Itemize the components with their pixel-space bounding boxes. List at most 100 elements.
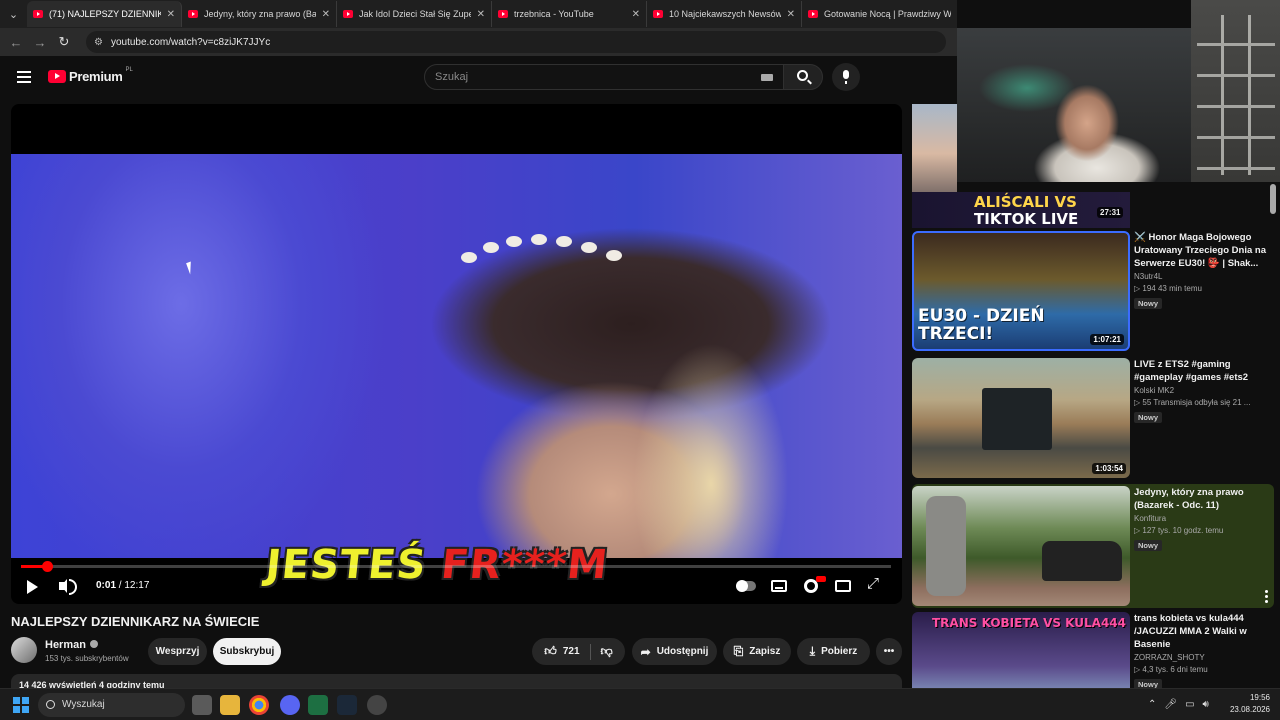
video-duration: 27:31 bbox=[1097, 207, 1124, 218]
share-icon: ➦ bbox=[640, 644, 651, 659]
autoplay-toggle[interactable] bbox=[736, 580, 756, 592]
car-shape bbox=[1042, 541, 1122, 581]
description-box[interactable]: 14 426 wyświetleń 4 godziny temu bbox=[11, 674, 902, 688]
thumbs-up-icon: 👍︎ bbox=[544, 644, 557, 658]
youtube-logo[interactable]: Premium PL bbox=[48, 67, 133, 84]
recommendation-item[interactable]: 1:03:54 LIVE z ETS2 #gaming #gameplay #g… bbox=[912, 358, 1274, 478]
clock[interactable]: 19:56 23.08.2026 bbox=[1230, 692, 1270, 716]
background-shelf bbox=[1191, 0, 1280, 182]
more-icon: ••• bbox=[883, 646, 895, 657]
file-explorer-icon[interactable] bbox=[220, 695, 240, 715]
video-title: NAJLEPSZY DZIENNIKARZ NA ŚWIECIE bbox=[11, 614, 260, 629]
progress-scrubber[interactable] bbox=[42, 561, 54, 572]
hd-badge bbox=[816, 576, 826, 582]
video-frame[interactable]: JESTEŚ FR***M bbox=[11, 154, 902, 588]
tab-close-icon[interactable]: ✕ bbox=[167, 9, 175, 20]
browser-tab[interactable]: trzebnica - YouTube ✕ bbox=[492, 1, 648, 27]
forward-icon[interactable]: → bbox=[28, 35, 52, 50]
theater-mode-icon[interactable] bbox=[835, 580, 851, 592]
recommendation-meta: Jedyny, który zna prawo (Bazarek - Odc. … bbox=[1134, 487, 1244, 551]
recommendation-thumbnail[interactable]: EU30 - DZIEŃ TRZECI! 1:07:21 bbox=[912, 231, 1130, 351]
excel-icon[interactable] bbox=[308, 695, 328, 715]
browser-tab[interactable]: (71) NAJLEPSZY DZIENNIKARZ✕ bbox=[27, 1, 183, 27]
youtube-favicon-icon bbox=[653, 10, 664, 18]
youtube-favicon-icon bbox=[33, 10, 44, 18]
back-icon[interactable]: ← bbox=[4, 35, 28, 50]
video-hat-detail bbox=[461, 234, 631, 264]
recommendation-item[interactable]: TRANS KOBIETA VS KULA444 trans kobieta v… bbox=[912, 612, 1274, 688]
browser-tab[interactable]: Jak Idol Dzieci Stał Się Zupełnie✕ bbox=[337, 1, 493, 27]
fullscreen-icon[interactable] bbox=[867, 575, 881, 593]
player-controls: 0:01 / 12:17 bbox=[11, 574, 902, 604]
recommendation-thumbnail[interactable]: TRANS KOBIETA VS KULA444 bbox=[912, 612, 1130, 688]
url-field[interactable]: ⚙ youtube.com/watch?v=c8ziJK7JJYc bbox=[86, 31, 946, 53]
discord-icon[interactable] bbox=[280, 695, 300, 715]
obs-icon[interactable] bbox=[367, 695, 387, 715]
recommendations-sidebar: ALIŚCALI VS TIKTOK LIVE 27:31 EU30 - DZI… bbox=[909, 104, 1280, 688]
download-button[interactable]: ⤓ Pobierz bbox=[797, 638, 870, 665]
chrome-icon[interactable] bbox=[249, 695, 269, 715]
tab-search-icon[interactable]: ⌄ bbox=[0, 0, 27, 28]
time-display: 0:01 / 12:17 bbox=[96, 580, 150, 591]
keyboard-icon[interactable] bbox=[761, 74, 773, 81]
address-bar-row: ← → ↻ ⚙ youtube.com/watch?v=c8ziJK7JJYc bbox=[0, 28, 957, 56]
subscriber-count: 153 tys. subskrybentów bbox=[45, 654, 129, 663]
taskbar-search[interactable]: Wyszukaj bbox=[38, 693, 185, 717]
windows-start-icon[interactable] bbox=[13, 697, 29, 713]
recommendation-meta: ⚔️ Honor Maga Bojowego Uratowany Trzecie… bbox=[1134, 232, 1266, 309]
search-button[interactable] bbox=[783, 64, 823, 90]
tab-close-icon[interactable]: ✕ bbox=[477, 9, 485, 20]
recommendation-meta: LIVE z ETS2 #gaming #gameplay #games #et… bbox=[1134, 359, 1251, 423]
youtube-favicon-icon bbox=[188, 10, 199, 18]
like-dislike-group: 👍︎ 721 👎︎ bbox=[532, 638, 625, 665]
microphone-icon bbox=[843, 70, 849, 84]
progress-bar[interactable] bbox=[21, 561, 891, 572]
dislike-button[interactable]: 👎︎ bbox=[591, 638, 623, 665]
channel-avatar[interactable] bbox=[11, 637, 37, 663]
site-info-icon[interactable]: ⚙ bbox=[94, 37, 103, 48]
youtube-favicon-icon bbox=[498, 10, 509, 18]
tab-close-icon[interactable]: ✕ bbox=[322, 9, 330, 20]
more-options-icon[interactable] bbox=[1265, 595, 1268, 598]
system-tray-icons[interactable]: ⌃🎤︎▭🔊︎ bbox=[1148, 699, 1217, 710]
download-icon: ⤓ bbox=[809, 644, 816, 658]
like-button[interactable]: 👍︎ 721 bbox=[534, 638, 589, 665]
video-player[interactable]: JESTEŚ FR***M 0:01 / 12:17 bbox=[11, 104, 902, 604]
windows-taskbar: Wyszukaj ⌃🎤︎▭🔊︎ 19:56 23.08.2026 bbox=[0, 688, 1280, 720]
save-button[interactable]: ⎘ Zapisz bbox=[723, 638, 791, 665]
subtitles-icon[interactable] bbox=[771, 580, 787, 592]
tab-close-icon[interactable]: ✕ bbox=[787, 9, 795, 20]
more-actions-button[interactable]: ••• bbox=[876, 638, 902, 665]
truck-shape bbox=[982, 388, 1052, 450]
youtube-favicon-icon bbox=[808, 10, 819, 18]
steam-icon[interactable] bbox=[337, 695, 357, 715]
youtube-header: Premium PL Szukaj bbox=[0, 56, 957, 100]
recommendation-item[interactable]: Jedyny, który zna prawo (Bazarek - Odc. … bbox=[912, 484, 1274, 608]
verified-icon bbox=[89, 640, 98, 648]
recommendation-item[interactable]: EU30 - DZIEŃ TRZECI! 1:07:21 ⚔️ Honor Ma… bbox=[912, 231, 1274, 351]
tab-close-icon[interactable]: ✕ bbox=[632, 9, 640, 20]
search-input[interactable]: Szukaj bbox=[424, 64, 784, 90]
support-button[interactable]: Wesprzyj bbox=[148, 638, 207, 665]
reload-icon[interactable]: ↻ bbox=[52, 34, 76, 50]
voice-search-button[interactable] bbox=[832, 63, 860, 91]
browser-tab[interactable]: Jedyny, który zna prawo (Bazar✕ bbox=[182, 1, 338, 27]
person-shape bbox=[926, 496, 966, 596]
share-button[interactable]: ➦ Udostępnij bbox=[632, 638, 717, 665]
browser-tabstrip: ⌄ (71) NAJLEPSZY DZIENNIKARZ✕ Jedyny, kt… bbox=[0, 0, 957, 28]
subscribe-button[interactable]: Subskrybuj bbox=[213, 638, 281, 665]
sidebar-scrollbar[interactable] bbox=[1270, 184, 1276, 214]
menu-icon[interactable] bbox=[17, 71, 31, 83]
play-icon[interactable] bbox=[27, 580, 38, 594]
browser-tab[interactable]: Gotowanie Nocą | Prawdziwy W bbox=[802, 1, 957, 27]
volume-icon[interactable] bbox=[59, 579, 77, 595]
recommendation-meta: trans kobieta vs kula444 /JACUZZI MMA 2 … bbox=[1134, 613, 1247, 688]
channel-name[interactable]: Herman bbox=[45, 639, 98, 651]
bookmark-icon: ⎘ bbox=[733, 644, 744, 658]
youtube-favicon-icon bbox=[343, 10, 354, 18]
recommendation-thumbnail[interactable]: 1:03:54 bbox=[912, 358, 1130, 478]
webcam-overlay bbox=[957, 28, 1191, 182]
recommendation-thumbnail[interactable] bbox=[912, 486, 1130, 606]
browser-tab[interactable]: 10 Najciekawszych Newsów Ty✕ bbox=[647, 1, 803, 27]
task-view-icon[interactable] bbox=[192, 695, 212, 715]
